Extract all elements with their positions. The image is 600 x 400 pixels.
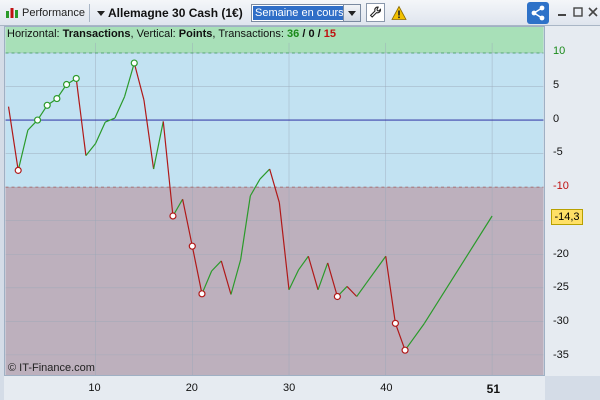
period-value: Semaine en cours: [253, 6, 345, 20]
vertical-value: Points: [178, 28, 213, 40]
period-select[interactable]: Semaine en cours: [251, 4, 361, 22]
trade-marker: [333, 292, 341, 301]
y-tick-label: -10: [553, 180, 569, 193]
y-axis: 1050-5-10-15-20-25-30-35-14,3: [545, 26, 600, 376]
y-tick-label: -25: [553, 281, 569, 294]
trade-marker: [401, 346, 409, 354]
y-tick-label: -20: [553, 247, 569, 260]
performance-icon: [6, 8, 18, 18]
performance-label[interactable]: Performance: [22, 0, 85, 26]
performance-chart[interactable]: [4, 26, 545, 376]
wrench-icon: [369, 6, 381, 18]
count-separator: /: [314, 28, 324, 40]
trade-marker: [43, 101, 51, 109]
negative-zone: [5, 187, 544, 375]
warning-icon[interactable]: [391, 5, 407, 21]
share-icon: [531, 5, 545, 21]
chart-header: Horizontal: Transactions, Vertical: Poin…: [7, 26, 336, 42]
chart-zones: [5, 27, 544, 375]
minimize-icon[interactable]: [555, 5, 569, 19]
trade-marker: [14, 166, 22, 174]
y-tick-label: -35: [553, 348, 569, 361]
trade-marker: [198, 290, 206, 298]
count-losing: 15: [323, 28, 336, 40]
share-button[interactable]: [527, 2, 549, 24]
y-tick-label: 10: [553, 45, 566, 58]
toolbar-separator: [89, 4, 90, 22]
horizontal-prefix: Horizontal:: [7, 28, 63, 40]
vertical-prefix: , Vertical:: [130, 28, 179, 40]
transactions-prefix: , Transactions:: [212, 28, 288, 40]
trade-marker: [130, 59, 138, 67]
copyright-text: © IT-Finance.com: [8, 362, 95, 374]
x-tick-label: 30: [282, 382, 296, 394]
trade-marker: [72, 74, 80, 83]
trade-marker: [391, 319, 399, 327]
y-tick-label: -5: [553, 146, 563, 159]
horizontal-value: Transactions: [62, 28, 131, 40]
x-tick-label: 40: [380, 382, 393, 394]
x-tick-label: 10: [88, 382, 101, 394]
y-tick-label: 0: [553, 112, 560, 125]
trade-marker: [188, 242, 196, 250]
x-tick-label: 51: [486, 382, 501, 396]
instrument-dropdown-icon[interactable]: [97, 11, 105, 16]
instrument-name[interactable]: Allemagne 30 Cash (1€): [108, 0, 243, 26]
title-bar: Performance Allemagne 30 Cash (1€) Semai…: [0, 0, 600, 26]
y-tick-label: -30: [553, 315, 569, 328]
y-tick-label: 5: [553, 78, 560, 91]
trade-marker: [33, 116, 42, 124]
trade-marker: [53, 95, 61, 103]
settings-button[interactable]: [366, 3, 385, 22]
x-axis: 10 20 30 40 51: [4, 376, 545, 400]
x-tick-label: 20: [185, 382, 198, 394]
last-value-badge: -14,3: [551, 209, 583, 226]
count-winning: 36: [287, 28, 300, 40]
maximize-icon[interactable]: [571, 5, 585, 19]
close-icon[interactable]: [586, 5, 600, 19]
chevron-down-icon[interactable]: [343, 5, 360, 21]
trade-marker: [62, 80, 71, 89]
trade-marker: [169, 212, 177, 220]
